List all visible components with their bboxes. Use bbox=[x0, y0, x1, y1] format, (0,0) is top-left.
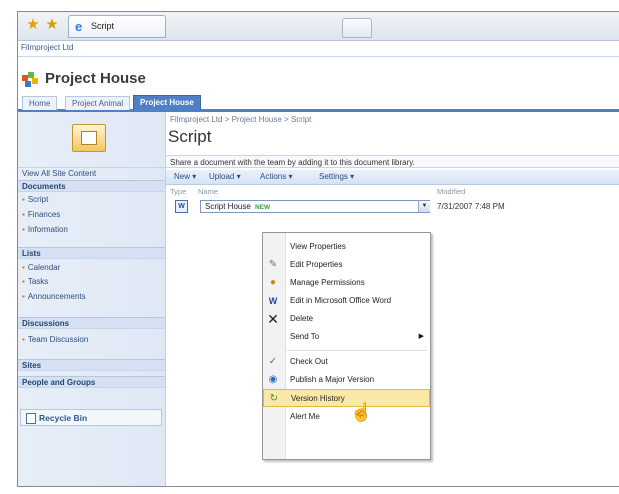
menu-item-alert-me[interactable]: Alert Me bbox=[263, 408, 430, 426]
browser-tab-bar: ★ ★ e Script bbox=[18, 12, 619, 41]
publish-icon: ◉ bbox=[268, 374, 278, 385]
sidebar-item-calendar[interactable]: Calendar bbox=[18, 262, 165, 274]
sidebar-item-team-discussion[interactable]: Team Discussion bbox=[18, 334, 165, 346]
page-title: Script bbox=[168, 127, 212, 146]
browser-tab-title: Script bbox=[91, 21, 115, 31]
settings-menu-button[interactable]: Settings ▾ bbox=[319, 170, 354, 184]
top-navigation: Home Project Animal Project House bbox=[18, 94, 619, 112]
sidebar-item-tasks[interactable]: Tasks bbox=[18, 276, 165, 288]
check-out-icon: ✓ bbox=[268, 356, 278, 367]
menu-separator bbox=[287, 350, 427, 351]
menu-item-view-properties[interactable]: View Properties bbox=[263, 238, 430, 256]
document-name[interactable]: Script House bbox=[205, 202, 251, 211]
sidebar-item-script[interactable]: Script bbox=[18, 194, 165, 206]
recycle-bin-icon bbox=[26, 413, 36, 424]
site-title[interactable]: Project House bbox=[45, 70, 146, 87]
permissions-icon: ● bbox=[269, 277, 277, 288]
new-badge: NEW bbox=[255, 204, 271, 211]
document-library-icon bbox=[72, 124, 106, 152]
tab-project-house[interactable]: Project House bbox=[133, 95, 201, 110]
actions-menu-button[interactable]: Actions ▾ bbox=[260, 170, 292, 184]
tab-home[interactable]: Home bbox=[22, 96, 58, 110]
browser-window: ★ ★ e Script Filmproject Ltd Project Hou… bbox=[17, 11, 619, 487]
recycle-bin-label: Recycle Bin bbox=[39, 413, 88, 423]
quick-launch: View All Site Content Documents Script F… bbox=[18, 112, 166, 486]
new-tab-button[interactable] bbox=[342, 18, 372, 38]
people-and-groups-heading[interactable]: People and Groups bbox=[18, 376, 165, 388]
chevron-down-icon[interactable]: ▼ bbox=[418, 201, 430, 212]
version-history-icon: ↻ bbox=[269, 393, 279, 404]
new-menu-button[interactable]: New ▾ bbox=[174, 170, 196, 184]
column-header-type[interactable]: Type bbox=[170, 187, 186, 196]
header-divider bbox=[18, 56, 619, 57]
library-description: Share a document with the team by adding… bbox=[166, 155, 619, 168]
recycle-bin-link[interactable]: Recycle Bin bbox=[20, 409, 162, 426]
word-document-icon[interactable]: W bbox=[175, 200, 188, 213]
menu-item-check-out[interactable]: ✓ Check Out bbox=[263, 353, 430, 371]
document-name-field[interactable]: Script House NEW bbox=[200, 200, 430, 213]
word-icon: W bbox=[268, 296, 278, 306]
menu-item-send-to[interactable]: Send To ▶ bbox=[263, 328, 430, 346]
menu-item-delete[interactable]: ✕ Delete bbox=[263, 310, 430, 328]
breadcrumb[interactable]: Filmproject Ltd > Project House > Script bbox=[170, 115, 311, 124]
document-modified: 7/31/2007 7:48 PM bbox=[437, 202, 505, 211]
edit-properties-icon: ✎ bbox=[268, 259, 278, 270]
sidebar-item-information[interactable]: Information bbox=[18, 224, 165, 236]
column-header-name[interactable]: Name bbox=[198, 187, 218, 196]
column-header-modified[interactable]: Modified bbox=[437, 187, 465, 196]
upload-menu-button[interactable]: Upload ▾ bbox=[209, 170, 241, 184]
menu-item-manage-permissions[interactable]: ● Manage Permissions bbox=[263, 274, 430, 292]
documents-heading[interactable]: Documents bbox=[18, 180, 165, 192]
add-favorite-star-icon[interactable]: ★ bbox=[44, 17, 60, 33]
delete-icon: ✕ bbox=[267, 311, 279, 327]
sidebar-item-announcements[interactable]: Announcements bbox=[18, 291, 165, 303]
favorites-star-icon[interactable]: ★ bbox=[25, 17, 41, 33]
discussions-heading[interactable]: Discussions bbox=[18, 317, 165, 329]
menu-item-publish-major-version[interactable]: ◉ Publish a Major Version bbox=[263, 371, 430, 389]
sites-heading[interactable]: Sites bbox=[18, 359, 165, 371]
submenu-arrow-icon: ▶ bbox=[418, 333, 424, 340]
list-toolbar: New ▾ Upload ▾ Actions ▾ Settings ▾ bbox=[166, 170, 619, 185]
menu-item-version-history[interactable]: ↻ Version History bbox=[263, 389, 430, 407]
ie-page-icon: e bbox=[75, 19, 83, 34]
browser-tab[interactable]: e Script bbox=[68, 15, 166, 38]
context-menu: View Properties ✎ Edit Properties ● Mana… bbox=[262, 232, 431, 460]
menu-item-edit-properties[interactable]: ✎ Edit Properties bbox=[263, 256, 430, 274]
site-logo-icon bbox=[22, 72, 38, 87]
menu-item-edit-in-word[interactable]: W Edit in Microsoft Office Word bbox=[263, 292, 430, 310]
tab-project-animal[interactable]: Project Animal bbox=[65, 96, 131, 110]
view-all-site-content-link[interactable]: View All Site Content bbox=[18, 167, 165, 179]
hand-cursor-icon: ☝ bbox=[350, 402, 373, 422]
parent-site-link[interactable]: Filmproject Ltd bbox=[21, 43, 73, 52]
sidebar-item-finances[interactable]: Finances bbox=[18, 209, 165, 221]
lists-heading[interactable]: Lists bbox=[18, 247, 165, 259]
